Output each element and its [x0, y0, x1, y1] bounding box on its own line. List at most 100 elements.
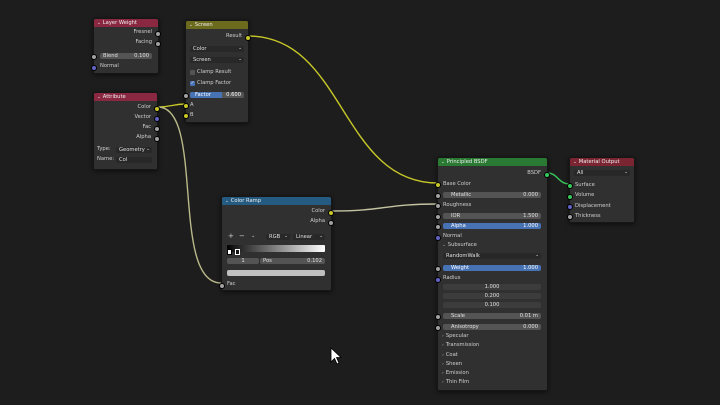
emission-panel-toggle[interactable]: › Emission — [442, 370, 469, 377]
screen-mix-node[interactable]: ⌄ Screen Result Color ⌄ Screen ⌄ Clamp Resu… — [183, 20, 251, 123]
principled-bsdf-node[interactable]: ⌄ Principled BSDF BSDF Base Color Metalli… — [435, 157, 550, 391]
output-fresnel-socket[interactable] — [155, 30, 161, 37]
input-normal-socket[interactable] — [91, 64, 97, 71]
factor-slider[interactable]: Factor 0.600 — [190, 92, 244, 98]
input-fac-socket[interactable] — [219, 282, 225, 289]
color-mode-dropdown[interactable]: RGB ⌄ — [266, 234, 290, 240]
render-target-dropdown[interactable]: All ⌄ — [574, 170, 630, 176]
input-base-color-socket[interactable] — [435, 182, 441, 188]
color-ramp-node[interactable]: ⌄ Color Ramp Color Alpha + − ⌄ RGB ⌄ Linea… — [219, 196, 334, 291]
material-output-node[interactable]: ⌄ Material Output All ⌄ Surface Volume Dis… — [567, 157, 635, 223]
ramp-stop-handle[interactable] — [227, 249, 232, 255]
output-facing-socket[interactable] — [155, 40, 161, 47]
collapse-chevron-icon[interactable]: ⌄ — [97, 94, 101, 101]
checkmark-icon: ✓ — [190, 81, 195, 86]
ior-field[interactable]: IOR 1.500 — [443, 212, 541, 219]
thin-film-panel-toggle[interactable]: › Thin Film — [442, 379, 469, 386]
alpha-slider[interactable]: Alpha 1.000 — [443, 223, 541, 229]
link-colorramp-color-to-bsdf-roughness[interactable] — [330, 203, 439, 212]
subsurface-weight-slider[interactable]: Weight 1.000 — [443, 264, 541, 271]
chevron-right-icon: › — [442, 380, 444, 385]
link-attribute-color-to-colorramp-fac[interactable] — [157, 106, 222, 284]
input-factor-socket[interactable] — [183, 93, 189, 99]
output-color-socket[interactable] — [154, 105, 160, 112]
blend-mode-dropdown[interactable]: Screen ⌄ — [190, 57, 244, 63]
data-type-dropdown[interactable]: Color ⌄ — [190, 46, 244, 52]
output-color-socket[interactable] — [328, 209, 334, 216]
input-a-socket[interactable] — [183, 103, 189, 109]
coat-panel-toggle[interactable]: › Coat — [442, 352, 458, 359]
output-result-socket[interactable] — [245, 34, 251, 41]
attribute-name-field[interactable]: Col — [116, 157, 152, 163]
add-stop-button[interactable]: + — [228, 233, 234, 240]
input-normal-socket[interactable] — [435, 234, 441, 241]
link-attribute-color-to-screen-a[interactable] — [157, 103, 187, 108]
color-ramp-header[interactable]: ⌄ Color Ramp — [222, 197, 331, 205]
remove-stop-button[interactable]: − — [239, 233, 245, 240]
input-anisotropy-socket[interactable] — [435, 324, 441, 331]
output-alpha-socket[interactable] — [154, 135, 160, 142]
radius-x-value: 1.000 — [484, 284, 500, 290]
radius-z-field[interactable]: 0.100 — [443, 302, 541, 308]
clamp-result-checkbox[interactable] — [190, 70, 195, 75]
radius-x-field[interactable]: 1.000 — [443, 284, 541, 290]
specular-panel-toggle[interactable]: › Specular — [442, 333, 468, 340]
stop-color-swatch[interactable] — [227, 270, 325, 276]
input-surface-socket[interactable] — [567, 183, 573, 189]
subsurface-scale-value: 0.01 m — [519, 313, 538, 319]
metallic-field[interactable]: Metallic 0.000 — [443, 191, 541, 198]
layer-weight-node[interactable]: ⌄ Layer Weight Fresnel Facing Blend 0.100… — [91, 18, 161, 74]
ramp-stop-handle[interactable] — [235, 249, 240, 255]
input-ior-socket[interactable] — [435, 213, 441, 220]
subsurface-scale-field[interactable]: Scale 0.01 m — [443, 313, 541, 319]
sheen-panel-toggle[interactable]: › Sheen — [442, 361, 462, 368]
attribute-node[interactable]: ⌄ Attribute Color Vector Fac Alpha Type: … — [93, 92, 160, 170]
input-metallic-socket[interactable] — [435, 192, 441, 199]
output-vector-socket[interactable] — [154, 115, 160, 122]
link-screen-result-to-bsdf-basecolor[interactable] — [247, 35, 439, 184]
collapse-chevron-icon[interactable]: ⌄ — [441, 159, 445, 166]
transmission-panel-toggle[interactable]: › Transmission — [442, 342, 479, 349]
attribute-type-dropdown[interactable]: Geometry ⌄ — [116, 147, 152, 153]
input-displacement-socket[interactable] — [567, 204, 573, 210]
interpolation-value: Linear — [296, 234, 313, 240]
output-fac-socket[interactable] — [154, 125, 160, 132]
ramp-menu-button[interactable]: ⌄ — [251, 233, 255, 240]
blend-value: 0.100 — [134, 53, 149, 59]
color-ramp-gradient[interactable] — [227, 245, 325, 252]
subsurface-weight-value: 1.000 — [523, 264, 538, 271]
screen-header[interactable]: ⌄ Screen — [186, 21, 248, 29]
subsurface-anisotropy-field[interactable]: Anisotropy 0.000 — [443, 323, 541, 330]
collapse-chevron-icon[interactable]: ⌄ — [97, 20, 101, 27]
input-blend-socket[interactable] — [91, 54, 97, 60]
collapse-chevron-icon[interactable]: ⌄ — [225, 198, 229, 205]
stop-position-field[interactable]: Pos 0.102 — [260, 258, 325, 264]
subsurface-panel-toggle[interactable]: ⌄ Subsurface — [442, 242, 477, 249]
input-scale-socket[interactable] — [435, 314, 441, 320]
clamp-factor-checkbox[interactable]: ✓ — [190, 81, 195, 86]
link-bsdf-to-output-surface[interactable] — [546, 172, 571, 185]
input-b-socket[interactable] — [183, 113, 189, 119]
active-stop-index-field[interactable]: 1 — [227, 258, 259, 264]
input-subsurface-weight-socket[interactable] — [435, 265, 441, 272]
input-volume-socket[interactable] — [567, 193, 573, 200]
material-output-header[interactable]: ⌄ Material Output — [570, 158, 634, 166]
subsurface-method-dropdown[interactable]: RandomWalk ⌄ — [443, 253, 541, 259]
input-roughness-socket[interactable] — [435, 203, 441, 209]
ior-label: IOR — [451, 212, 461, 219]
output-bsdf-socket[interactable] — [544, 171, 550, 178]
radius-y-field[interactable]: 0.200 — [443, 293, 541, 299]
principled-bsdf-header[interactable]: ⌄ Principled BSDF — [438, 158, 547, 166]
attribute-type-value: Geometry — [119, 147, 145, 153]
input-thickness-socket[interactable] — [567, 214, 573, 220]
attribute-header[interactable]: ⌄ Attribute — [94, 93, 157, 101]
interpolation-dropdown[interactable]: Linear ⌄ — [293, 234, 325, 240]
collapse-chevron-icon[interactable]: ⌄ — [573, 159, 577, 166]
node-editor-canvas[interactable]: ⌄ Layer Weight Fresnel Facing Blend 0.100… — [0, 0, 720, 405]
layer-weight-header[interactable]: ⌄ Layer Weight — [94, 19, 158, 27]
output-alpha-socket[interactable] — [328, 219, 334, 226]
input-alpha-socket[interactable] — [435, 224, 441, 230]
blend-field[interactable]: Blend 0.100 — [100, 53, 152, 59]
collapse-chevron-icon[interactable]: ⌄ — [189, 22, 193, 29]
input-radius-socket[interactable] — [435, 276, 441, 283]
